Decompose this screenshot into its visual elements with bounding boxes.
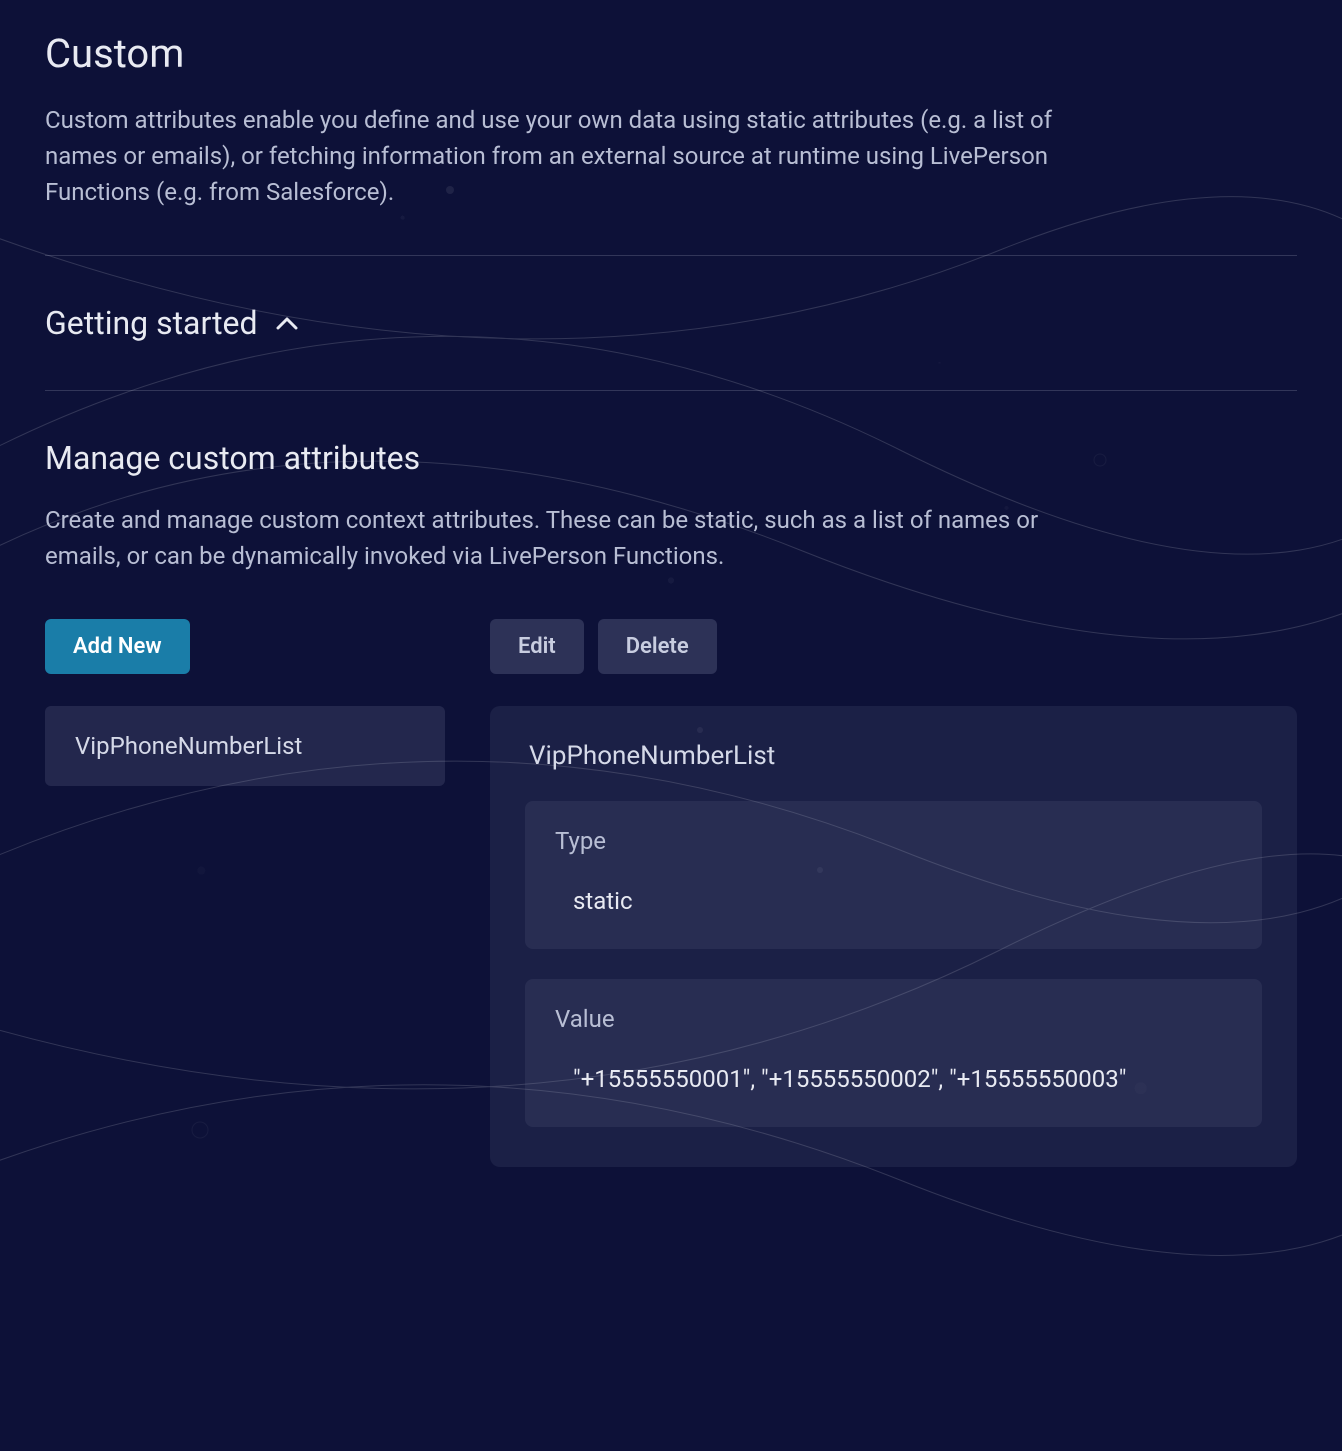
manage-description: Create and manage custom context attribu… — [45, 502, 1055, 574]
chevron-up-icon — [276, 316, 298, 330]
getting-started-title: Getting started — [45, 304, 258, 342]
section-divider — [45, 390, 1297, 391]
getting-started-toggle[interactable]: Getting started — [45, 256, 1297, 390]
value-field-value: "+15555550001", "+15555550002", "+155555… — [555, 1065, 1232, 1093]
value-field-card: Value "+15555550001", "+15555550002", "+… — [525, 979, 1262, 1127]
type-field-card: Type static — [525, 801, 1262, 949]
value-field-label: Value — [555, 1005, 1232, 1033]
page-title: Custom — [45, 30, 1297, 77]
attribute-detail-title: VipPhoneNumberList — [525, 741, 1262, 771]
attribute-list-item[interactable]: VipPhoneNumberList — [45, 706, 445, 786]
add-new-button[interactable]: Add New — [45, 619, 190, 674]
delete-button[interactable]: Delete — [598, 619, 717, 674]
type-field-value: static — [555, 887, 1232, 915]
attribute-detail-panel: VipPhoneNumberList Type static Value "+1… — [490, 706, 1297, 1167]
type-field-label: Type — [555, 827, 1232, 855]
page-description: Custom attributes enable you define and … — [45, 102, 1055, 210]
edit-button[interactable]: Edit — [490, 619, 584, 674]
manage-title: Manage custom attributes — [45, 439, 1297, 477]
